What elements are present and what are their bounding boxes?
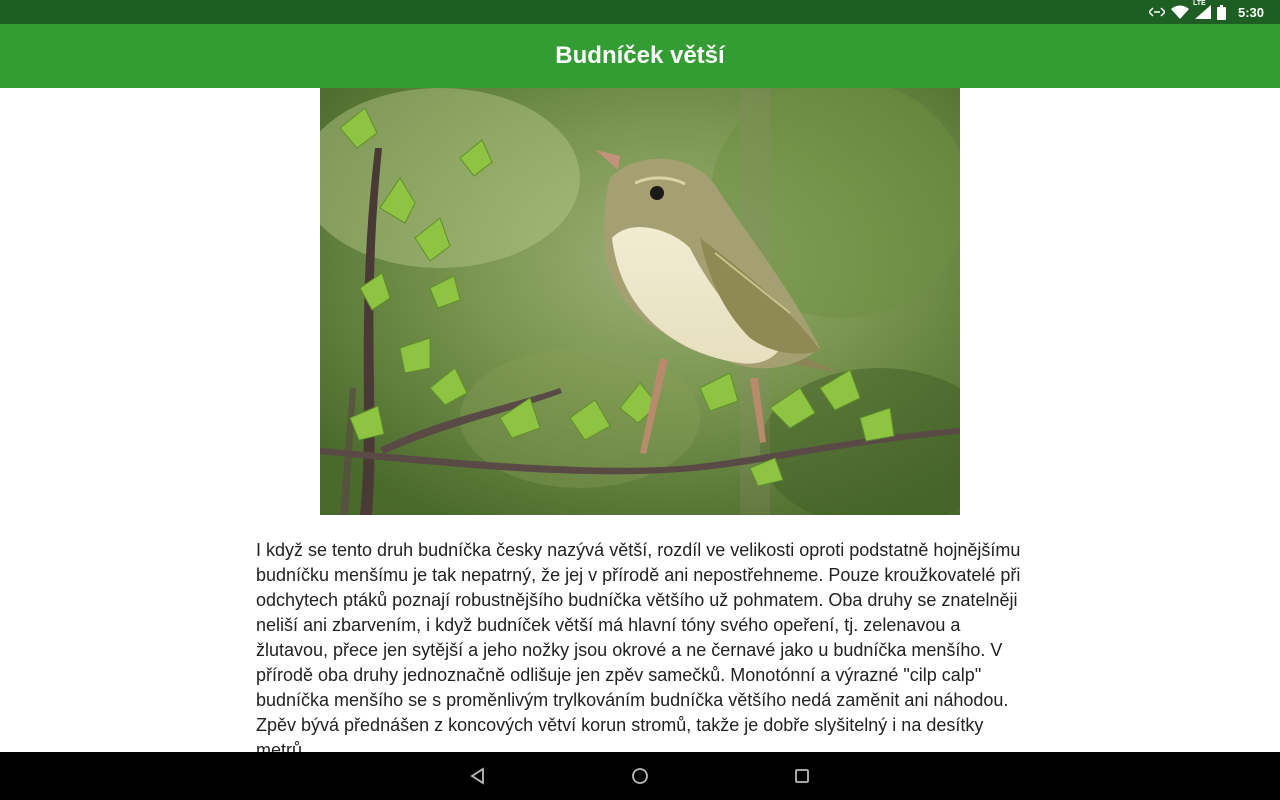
- network-type-label: LTE: [1192, 0, 1206, 7]
- battery-icon: [1216, 4, 1226, 20]
- recents-icon[interactable]: [790, 764, 814, 788]
- wifi-icon: [1170, 5, 1189, 19]
- article-text: I když se tento druh budníčka česky nazý…: [256, 540, 1021, 752]
- content-scroll-area[interactable]: I když se tento druh budníčka česky nazý…: [0, 88, 1280, 752]
- home-icon[interactable]: [628, 764, 652, 788]
- status-bar: LTE 5:30: [0, 0, 1280, 24]
- app-bar: Budníček větší: [0, 24, 1280, 88]
- page-title: Budníček větší: [555, 42, 725, 69]
- data-sync-icon: [1148, 6, 1165, 18]
- hero-image: [320, 88, 960, 515]
- back-icon[interactable]: [466, 764, 490, 788]
- navigation-bar: [0, 752, 1280, 800]
- lte-signal-icon: LTE: [1193, 0, 1211, 19]
- status-time: 5:30: [1237, 4, 1264, 20]
- warbler-photo-illustration: [320, 88, 960, 515]
